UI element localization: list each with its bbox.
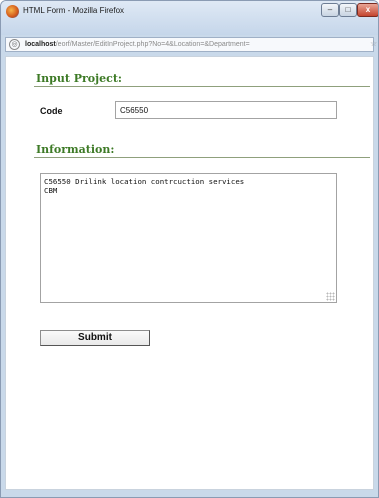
- title-bar[interactable]: HTML Form - Mozilla Firefox – □ x: [1, 1, 378, 35]
- window-title: HTML Form - Mozilla Firefox: [23, 6, 125, 15]
- maximize-button[interactable]: □: [339, 3, 357, 17]
- url-text: localhost/eorf/Master/EditInProject.php?…: [25, 40, 250, 50]
- globe-icon: ◎: [9, 39, 20, 50]
- bookmark-star-icon[interactable]: ☆: [370, 39, 377, 48]
- address-bar[interactable]: ◎ localhost/eorf/Master/EditInProject.ph…: [5, 37, 377, 52]
- resize-grip-icon[interactable]: [326, 292, 335, 301]
- minimize-button[interactable]: –: [321, 3, 339, 17]
- code-input[interactable]: [115, 101, 337, 119]
- close-button[interactable]: x: [357, 3, 378, 17]
- divider: [34, 157, 370, 158]
- submit-button[interactable]: Submit: [40, 330, 150, 346]
- information-textarea[interactable]: [40, 173, 337, 303]
- information-heading: Information:: [36, 143, 115, 156]
- code-label: Code: [40, 106, 63, 116]
- divider: [34, 86, 370, 87]
- firefox-icon: [6, 5, 19, 18]
- url-path: /eorf/Master/EditInProject.php?No=4&Loca…: [55, 41, 250, 48]
- url-host: localhost: [25, 41, 56, 48]
- input-project-heading: Input Project:: [36, 72, 122, 85]
